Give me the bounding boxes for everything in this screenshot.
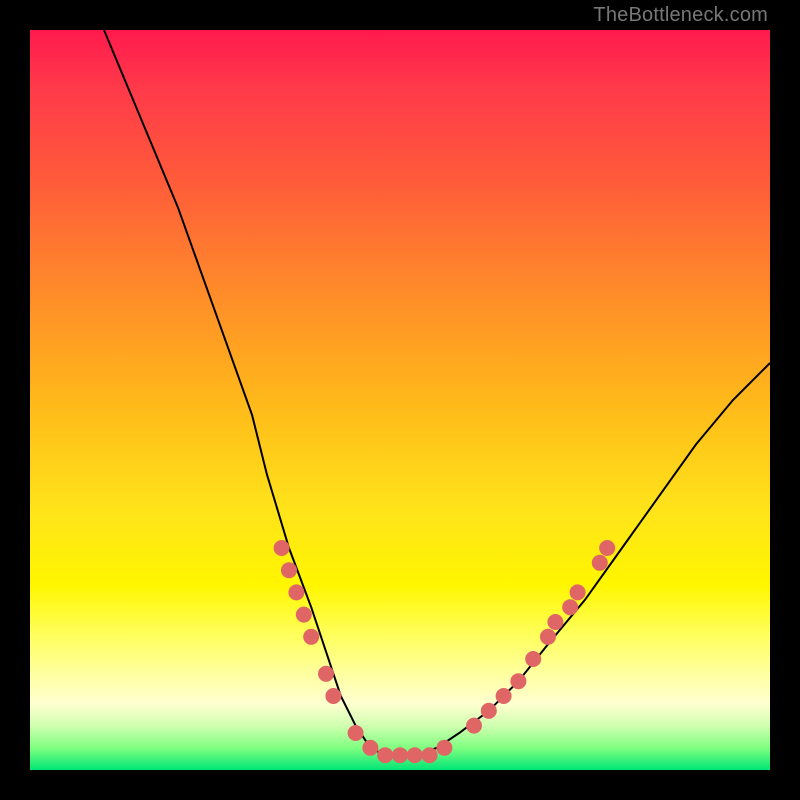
marker-dot [274, 540, 290, 556]
bottleneck-curve [104, 30, 770, 755]
marker-dot [318, 666, 334, 682]
marker-dot [592, 555, 608, 571]
marker-group [274, 540, 616, 763]
marker-dot [496, 688, 512, 704]
marker-dot [525, 651, 541, 667]
marker-dot [303, 629, 319, 645]
marker-dot [481, 703, 497, 719]
marker-dot [348, 725, 364, 741]
marker-dot [407, 747, 423, 763]
curve-svg [30, 30, 770, 770]
marker-dot [377, 747, 393, 763]
watermark-label: TheBottleneck.com [593, 4, 768, 27]
marker-dot [281, 562, 297, 578]
marker-dot [296, 607, 312, 623]
marker-dot [288, 584, 304, 600]
marker-dot [547, 614, 563, 630]
marker-dot [570, 584, 586, 600]
marker-dot [362, 740, 378, 756]
chart-frame: TheBottleneck.com [0, 0, 800, 800]
marker-dot [392, 747, 408, 763]
marker-dot [510, 673, 526, 689]
marker-dot [436, 740, 452, 756]
marker-dot [325, 688, 341, 704]
marker-dot [599, 540, 615, 556]
marker-dot [562, 599, 578, 615]
marker-dot [540, 629, 556, 645]
marker-dot [466, 718, 482, 734]
marker-dot [422, 747, 438, 763]
plot-area [30, 30, 770, 770]
